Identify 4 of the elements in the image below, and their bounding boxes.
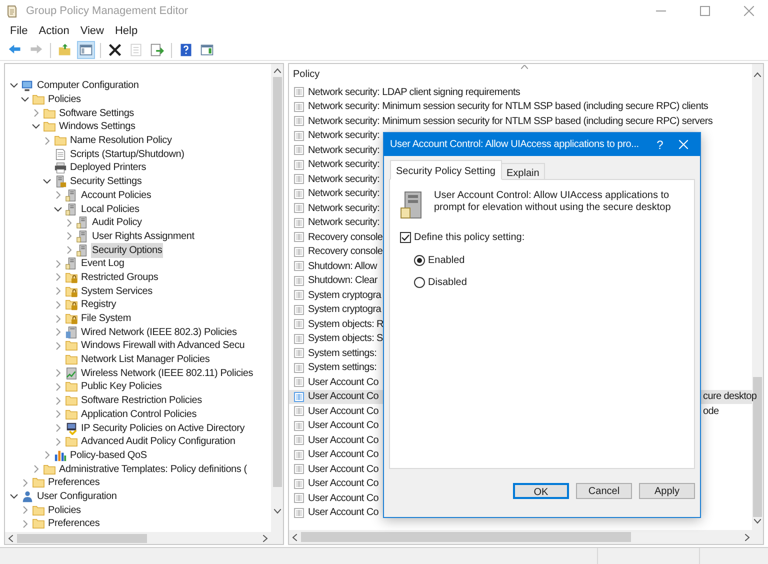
window-title: Group Policy Management Editor [26,4,190,19]
policy-description: User Account Control: Allow UIAccess applications to prompt for elevation without using the secure desktop [434,190,672,215]
dialog-title: User Account Control: Allow UIAccess applications to pro... [390,138,640,152]
column-title: Policy [293,68,320,82]
